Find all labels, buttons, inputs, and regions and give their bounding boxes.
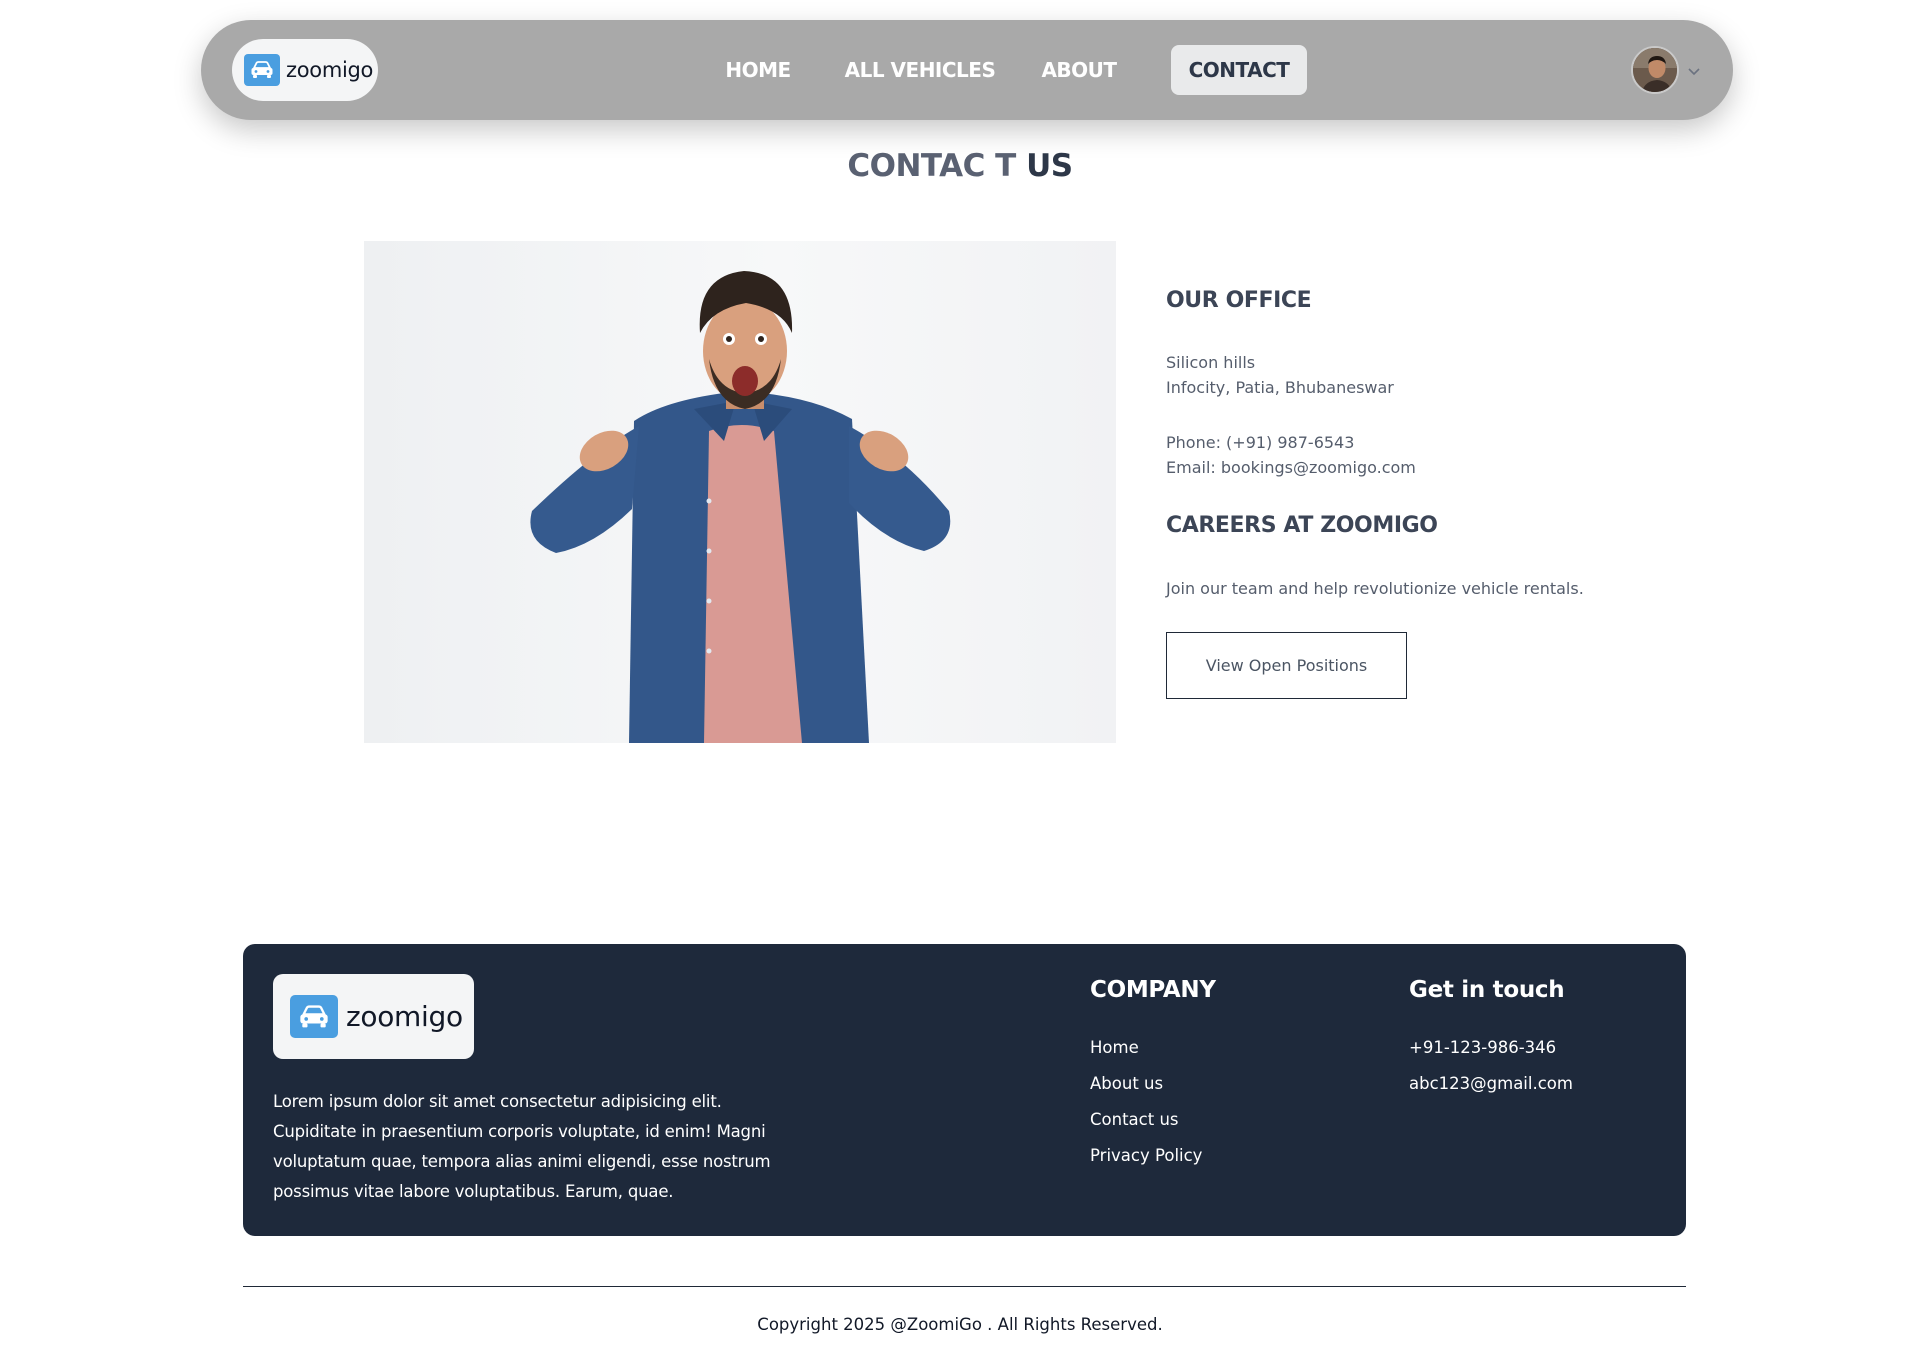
nav-all-vehicles[interactable]: ALL VEHICLES: [842, 45, 998, 95]
footer-link-about[interactable]: About us: [1090, 1074, 1163, 1093]
footer-description: Lorem ipsum dolor sit amet consectetur a…: [273, 1092, 771, 1201]
view-open-positions-button[interactable]: View Open Positions: [1166, 632, 1407, 699]
nav-about[interactable]: ABOUT: [1030, 45, 1128, 95]
footer-link-privacy[interactable]: Privacy Policy: [1090, 1146, 1202, 1165]
office-contact: Phone: (+91) 987-6543 Email: bookings@zo…: [1166, 430, 1616, 480]
copyright: Copyright 2025 @ZoomiGo . All Rights Res…: [757, 1315, 1163, 1334]
office-address: Silicon hills Infocity, Patia, Bhubanesw…: [1166, 350, 1616, 400]
footer-company-title: COMPANY: [1090, 977, 1216, 1003]
chevron-down-icon[interactable]: [1687, 61, 1701, 80]
page-title-bold: US: [1026, 148, 1073, 184]
footer-contact-title: Get in touch: [1409, 977, 1565, 1003]
nav-home[interactable]: HOME: [706, 45, 810, 95]
avatar[interactable]: [1631, 46, 1679, 94]
car-icon: [290, 995, 338, 1038]
contact-hero-image: [364, 241, 1116, 743]
footer-link-home[interactable]: Home: [1090, 1038, 1139, 1057]
footer-phone: +91-123-986-346: [1409, 1038, 1557, 1057]
footer-email: abc123@gmail.com: [1409, 1074, 1573, 1093]
user-menu[interactable]: [1631, 46, 1701, 94]
careers-text: Join our team and help revolutionize veh…: [1166, 579, 1584, 598]
footer-logo[interactable]: zoomigo: [273, 974, 474, 1059]
footer-logo-text: zoomigo: [346, 1000, 463, 1033]
address-line-2: Infocity, Patia, Bhubaneswar: [1166, 378, 1394, 397]
footer-divider: [243, 1286, 1686, 1287]
footer: zoomigo Lorem ipsum dolor sit amet conse…: [243, 944, 1686, 1236]
nav-links: HOME ALL VEHICLES ABOUT CONTACT: [201, 45, 1733, 95]
page-title: CONTAC T US: [0, 148, 1920, 184]
office-email: Email: bookings@zoomigo.com: [1166, 458, 1416, 477]
nav-contact[interactable]: CONTACT: [1171, 45, 1307, 95]
office-title: OUR OFFICE: [1166, 288, 1312, 313]
navbar: zoomigo HOME ALL VEHICLES ABOUT CONTACT: [201, 20, 1733, 120]
page-title-light: CONTAC T: [847, 148, 1027, 184]
footer-link-contact[interactable]: Contact us: [1090, 1110, 1179, 1129]
office-phone: Phone: (+91) 987-6543: [1166, 433, 1355, 452]
careers-title: CAREERS AT ZOOMIGO: [1166, 513, 1438, 538]
address-line-1: Silicon hills: [1166, 353, 1256, 372]
